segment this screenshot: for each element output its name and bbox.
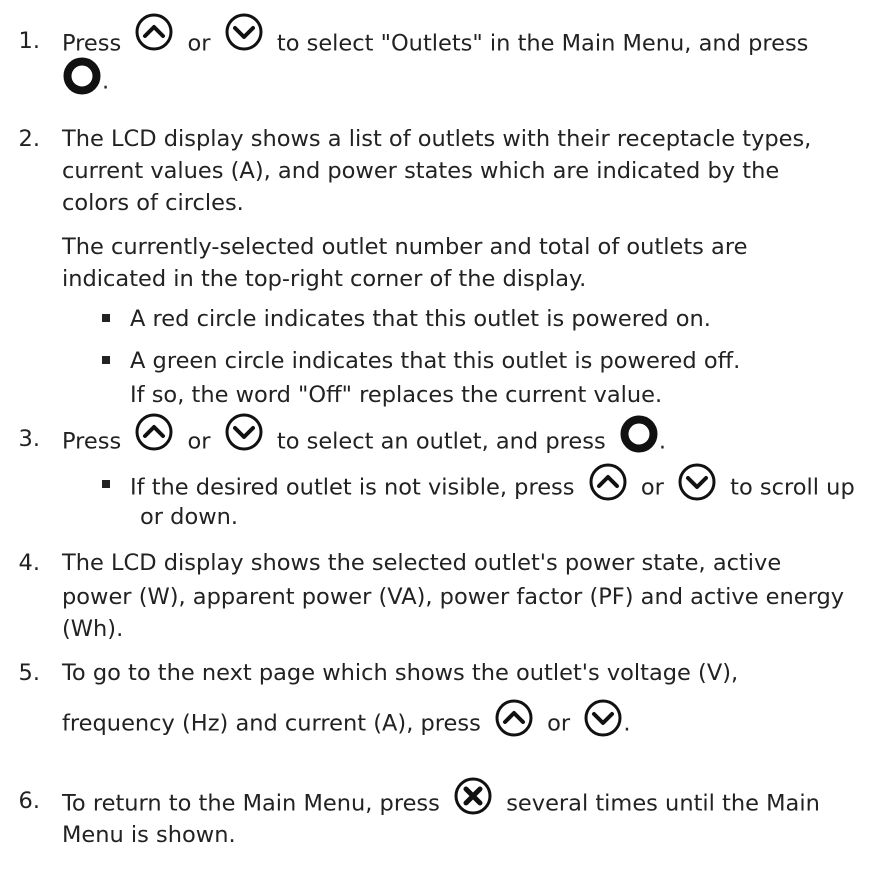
step-1-end: . bbox=[102, 68, 110, 95]
step-1-text-b: to select "Outlets" in the Main Menu, an… bbox=[276, 30, 809, 57]
step-1-line: Press or to select "Outlets" in the Main… bbox=[62, 13, 809, 64]
step-4-line-1: The LCD display shows the selected outle… bbox=[62, 550, 782, 576]
ring-ok-icon bbox=[619, 414, 659, 454]
step-6-text-b: several times until the Main bbox=[506, 790, 820, 817]
step-2-para-line-2: indicated in the top-right corner of the… bbox=[62, 266, 587, 292]
step-4-line-3: (Wh). bbox=[62, 616, 124, 642]
chevron-down-circle-icon bbox=[224, 412, 264, 452]
step-5-line-2: frequency (Hz) and current (A), press or… bbox=[62, 699, 631, 744]
step-3-sub-text-a: If the desired outlet is not visible, pr… bbox=[130, 474, 575, 501]
step-3-number: 3. bbox=[18, 426, 40, 452]
step-1-or: or bbox=[187, 30, 211, 57]
chevron-down-circle-icon bbox=[583, 698, 623, 738]
step-2-line-3: colors of circles. bbox=[62, 190, 244, 216]
bullet-marker bbox=[102, 314, 110, 322]
step-5-number: 5. bbox=[18, 660, 40, 686]
chevron-up-circle-icon bbox=[588, 462, 628, 502]
chevron-up-circle-icon bbox=[134, 12, 174, 52]
step-3-text-b: to select an outlet, and press bbox=[276, 428, 606, 455]
step-6-text-a: To return to the Main Menu, press bbox=[62, 790, 440, 817]
step-5-line-1: To go to the next page which shows the o… bbox=[62, 660, 739, 686]
bullet-marker bbox=[102, 480, 110, 488]
bullet-red-circle: A red circle indicates that this outlet … bbox=[130, 306, 711, 332]
chevron-up-circle-icon bbox=[134, 412, 174, 452]
bullet-marker bbox=[102, 356, 110, 364]
ring-ok-icon bbox=[62, 56, 102, 96]
step-3-sub-continued: or down. bbox=[140, 504, 239, 530]
step-3-text-a: Press bbox=[62, 428, 122, 455]
x-circle-icon bbox=[453, 776, 493, 816]
step-2-line-1: The LCD display shows a list of outlets … bbox=[62, 126, 812, 152]
step-3-sub-text-b: to scroll up bbox=[730, 474, 855, 501]
step-1-text-a: Press bbox=[62, 30, 122, 57]
chevron-down-circle-icon bbox=[224, 12, 264, 52]
step-5-or: or bbox=[547, 710, 571, 737]
step-3-sub-or: or bbox=[640, 474, 664, 501]
step-1-line-2: . bbox=[62, 57, 110, 102]
step-3-sub-line: If the desired outlet is not visible, pr… bbox=[130, 463, 855, 508]
step-3-or: or bbox=[187, 428, 211, 455]
chevron-up-circle-icon bbox=[494, 698, 534, 738]
step-5-text: frequency (Hz) and current (A), press bbox=[62, 710, 481, 737]
step-6-number: 6. bbox=[18, 788, 40, 814]
step-4-line-2: power (W), apparent power (VA), power fa… bbox=[62, 584, 845, 610]
document-page: { "step1": {"num": "1.", "a": "Press", "… bbox=[0, 0, 882, 874]
chevron-down-circle-icon bbox=[677, 462, 717, 502]
step-2-para-line-1: The currently-selected outlet number and… bbox=[62, 234, 748, 260]
bullet-green-circle-continued: If so, the word "Off" replaces the curre… bbox=[130, 382, 663, 408]
step-4-number: 4. bbox=[18, 550, 40, 576]
step-1-number: 1. bbox=[18, 28, 40, 54]
step-3-end: . bbox=[658, 428, 667, 455]
step-2-line-2: current values (A), and power states whi… bbox=[62, 158, 780, 184]
step-2-number: 2. bbox=[18, 126, 40, 152]
step-6-line-2: Menu is shown. bbox=[62, 822, 236, 848]
step-3-line: Press or to select an outlet, and press … bbox=[62, 413, 667, 462]
bullet-green-circle: A green circle indicates that this outle… bbox=[130, 348, 741, 374]
step-5-end: . bbox=[623, 710, 631, 737]
